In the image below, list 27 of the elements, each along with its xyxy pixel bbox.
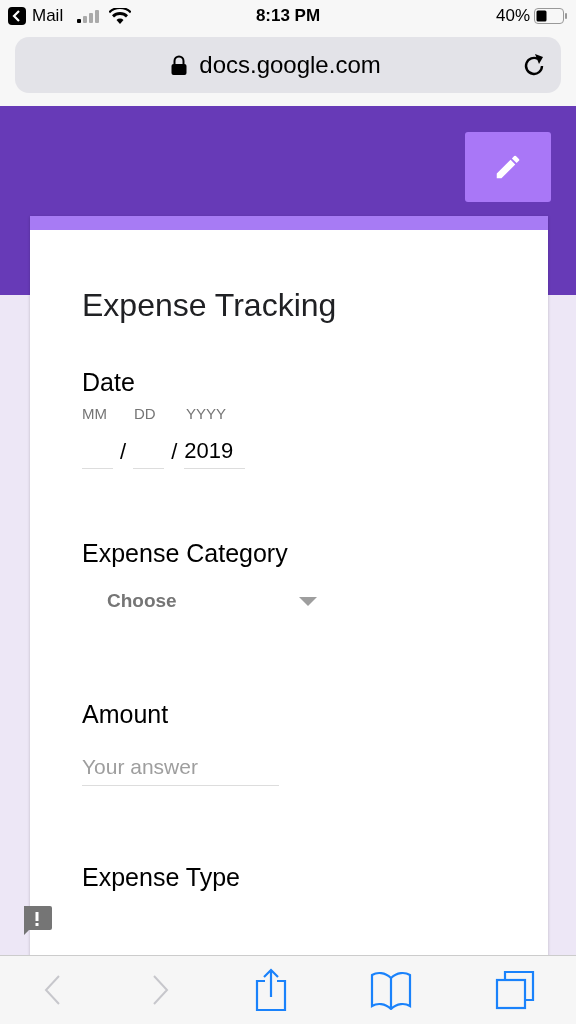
question-title: Expense Type <box>82 863 241 892</box>
dropdown[interactable]: Choose <box>107 590 317 612</box>
date-separator: / <box>119 439 128 466</box>
url-text: docs.google.com <box>199 51 381 79</box>
question-title: Amount <box>82 700 170 729</box>
feedback-icon[interactable] <box>21 904 53 936</box>
battery-percent: 40% <box>495 6 530 26</box>
share-icon[interactable] <box>253 968 288 1012</box>
wifi-icon <box>109 8 132 24</box>
edit-button[interactable] <box>465 132 551 202</box>
field-label: DD <box>134 405 157 422</box>
field-label: MM <box>82 405 108 422</box>
date-separator: / <box>170 439 179 466</box>
field-label: YYYY <box>186 405 227 422</box>
caret-icon <box>299 596 317 606</box>
book-icon[interactable] <box>370 970 413 1010</box>
tabs-icon[interactable] <box>494 970 535 1010</box>
back-app-label[interactable]: Mail <box>32 6 64 26</box>
lock-icon <box>171 55 188 75</box>
back-app-icon[interactable] <box>8 7 26 25</box>
input-field[interactable]: 2019 <box>184 438 246 469</box>
form-title: Expense Tracking <box>82 286 338 324</box>
battery-icon <box>534 8 568 24</box>
clock-time: 8:13 PM <box>255 6 321 26</box>
question-title: Expense Category <box>82 539 289 568</box>
question-title: Date <box>82 368 136 397</box>
address-bar[interactable]: docs.google.com <box>15 37 561 93</box>
